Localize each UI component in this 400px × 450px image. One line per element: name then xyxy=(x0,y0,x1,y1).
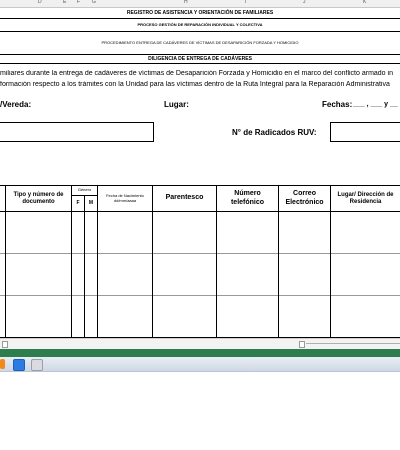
scroll-left-icon[interactable] xyxy=(2,341,8,348)
procedure-line: PROCEDIMIENTO ENTREGA DE CADÁVERES DE VÍ… xyxy=(101,40,299,45)
table-col-divider xyxy=(84,195,85,337)
header-genero-m: M xyxy=(88,199,94,206)
column-letter-g[interactable]: G xyxy=(92,0,96,5)
cell-tipo-documento[interactable] xyxy=(6,254,71,295)
column-letter-h[interactable]: H xyxy=(184,0,188,5)
header-tipo-documento: Tipo y número de documento xyxy=(13,191,64,205)
horizontal-scrollbar[interactable] xyxy=(0,338,400,349)
radicados-label: N° de Radicados RUV: xyxy=(232,128,317,137)
app-gray-icon[interactable] xyxy=(31,359,43,371)
header-rule xyxy=(0,31,400,32)
scroll-track[interactable] xyxy=(306,343,400,344)
column-letter-f[interactable]: F xyxy=(77,0,80,5)
form-title: REGISTRO DE ASISTENCIA Y ORIENTACIÓN DE … xyxy=(126,10,274,16)
app-blue-icon[interactable] xyxy=(13,359,25,371)
header-genero: Género xyxy=(77,187,92,193)
column-header-bar: D E F G H I J K xyxy=(0,0,400,8)
vereda-label: /Vereda: xyxy=(0,100,32,109)
header-numero-telefonico: Número telefónico xyxy=(230,190,265,206)
vereda-input-box[interactable] xyxy=(0,122,154,142)
header-fecha-nacimiento: Fecha de Nacimiento dd/mm/aaaa xyxy=(106,192,144,203)
process-line: PROCESO GESTIÓN DE REPARACIÓN INDIVIDUAL… xyxy=(137,22,263,27)
column-letter-e[interactable]: E xyxy=(63,0,66,5)
header-correo-electronico: Correo Electrónico xyxy=(285,190,324,206)
cell-tipo-documento[interactable] xyxy=(6,296,71,337)
column-letter-k[interactable]: K xyxy=(363,0,366,5)
column-letter-d[interactable]: D xyxy=(38,0,42,5)
scroll-thumb-icon[interactable] xyxy=(299,341,305,348)
header-parentesco: Parentesco xyxy=(165,194,204,202)
app-orange-icon[interactable] xyxy=(0,359,5,369)
header-rule xyxy=(0,54,400,55)
taskbar xyxy=(0,357,400,372)
column-letter-i[interactable]: I xyxy=(245,0,246,5)
cell-tipo-documento[interactable] xyxy=(6,212,71,253)
lugar-label: Lugar: xyxy=(164,100,189,109)
fechas-value[interactable]: ___ , ___ y __ xyxy=(353,101,398,108)
header-rule xyxy=(0,18,400,19)
diligence-title: DILIGENCIA DE ENTREGA DE CADÁVERES xyxy=(148,56,252,62)
intro-line-1: miliares durante la entrega de cadáveres… xyxy=(0,70,393,77)
header-rule xyxy=(0,63,400,64)
status-bar xyxy=(0,349,400,357)
fechas-label: Fechas: xyxy=(322,100,353,109)
radicados-input-box[interactable] xyxy=(330,122,400,142)
intro-line-2: formación respecto a los trámites con la… xyxy=(0,81,390,88)
header-direccion-residencia: Lugar/ Dirección de Residencia xyxy=(337,191,394,205)
familiares-table: Tipo y número de documento Género F M Fe… xyxy=(0,185,400,338)
header-genero-f: F xyxy=(76,199,80,206)
column-letter-j[interactable]: J xyxy=(303,0,306,5)
